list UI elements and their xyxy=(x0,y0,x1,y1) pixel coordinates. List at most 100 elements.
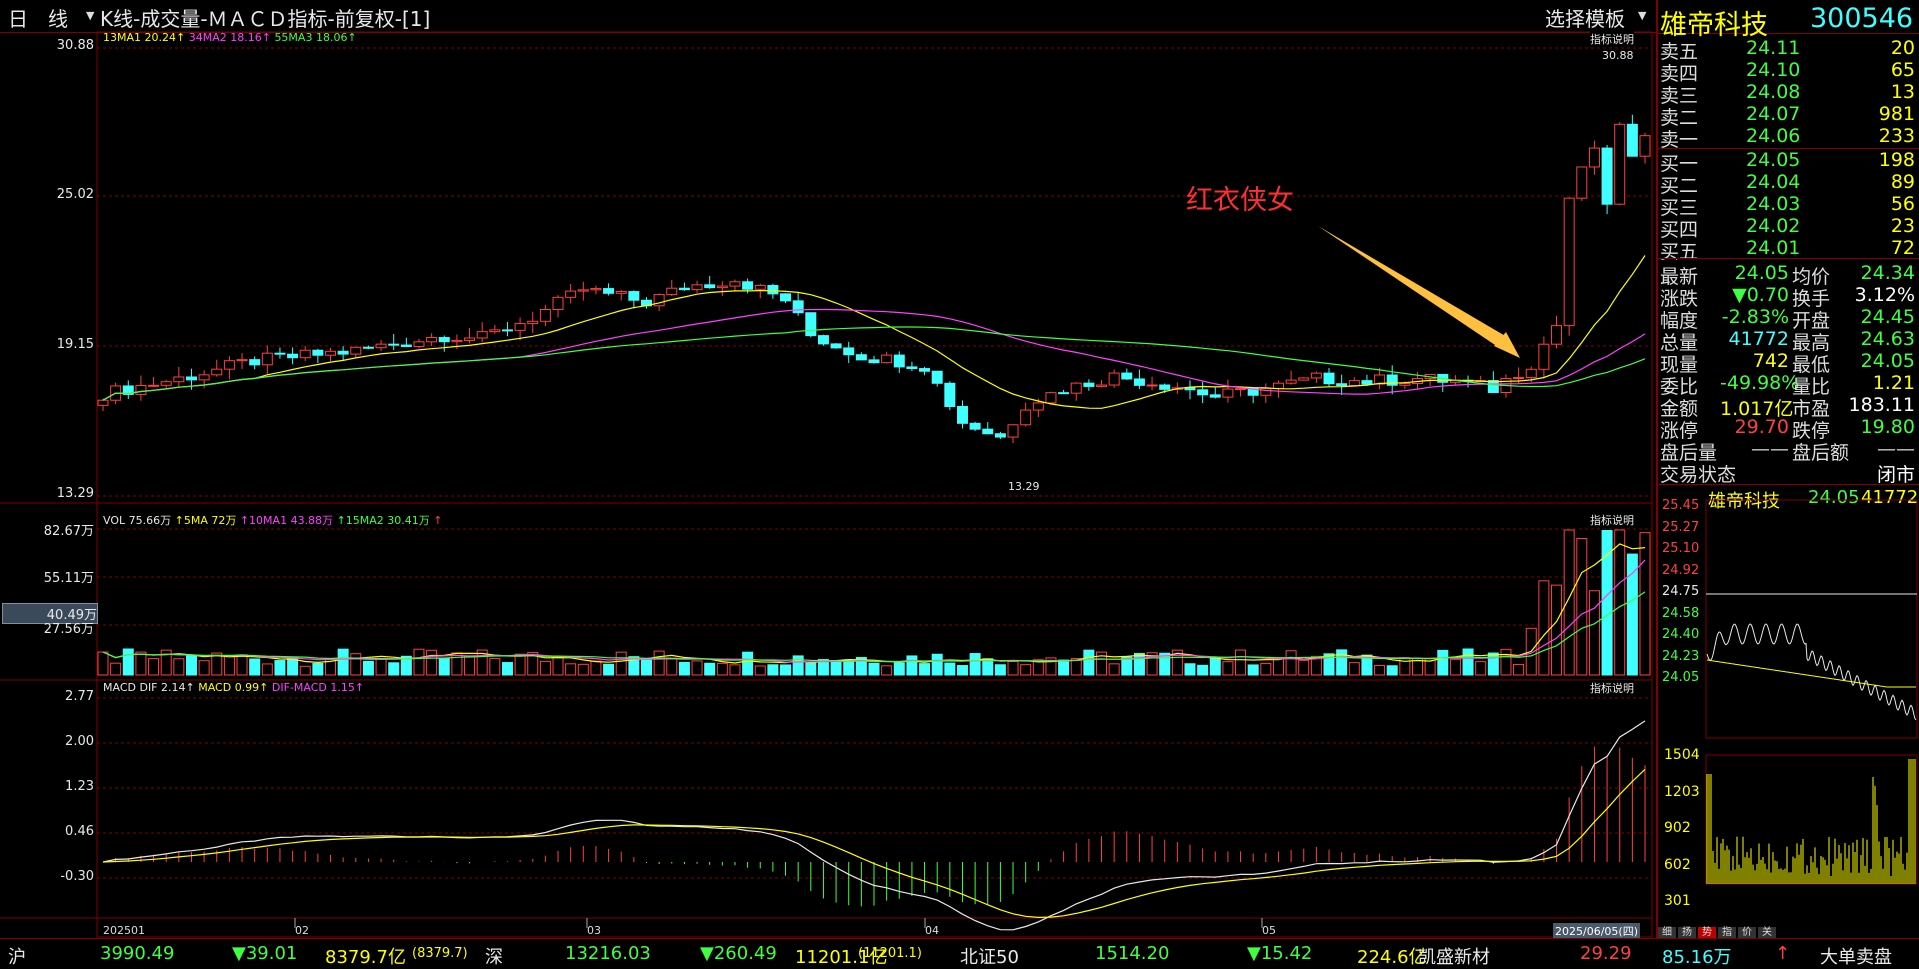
candle-body xyxy=(1020,409,1032,426)
volume-bar xyxy=(1197,664,1209,676)
template-select-button[interactable]: 选择模板 xyxy=(1545,3,1625,32)
candle-body xyxy=(767,284,779,295)
panel-tab[interactable]: 细 xyxy=(1658,927,1676,938)
ma34-legend: 34MA2 18.16↑ xyxy=(188,31,271,44)
kline-indicator-help[interactable]: 指标说明 xyxy=(1590,31,1634,47)
candle-body xyxy=(1626,123,1638,157)
candle-body xyxy=(1070,382,1082,394)
volume-bar xyxy=(1513,663,1525,676)
volume-bar xyxy=(868,662,880,676)
candle-body xyxy=(615,291,627,294)
volume-bar xyxy=(716,662,728,676)
panel-tab[interactable]: 关 xyxy=(1758,927,1776,938)
macd-indicator-help[interactable]: 指标说明 xyxy=(1590,680,1634,696)
volume-bar xyxy=(640,658,652,676)
volume-bar xyxy=(678,661,690,676)
panel-tab[interactable]: 指 xyxy=(1718,927,1736,938)
vol-ma10-legend: ↑10MA1 43.88万 xyxy=(239,514,334,527)
price-ylabel: 19.15 xyxy=(56,337,94,352)
high-price-note: 30.88 xyxy=(1602,49,1634,62)
volume-bar xyxy=(1235,649,1247,676)
chevron-down-icon[interactable]: ▼ xyxy=(1638,9,1646,22)
chart-canvas xyxy=(0,31,1653,938)
period-selector[interactable]: 日 线 xyxy=(8,3,68,32)
volume-bar xyxy=(1399,657,1411,676)
candle-body xyxy=(780,293,792,302)
volume-bar xyxy=(426,649,438,676)
volume-bar xyxy=(1020,664,1032,676)
chevron-down-icon[interactable]: ▼ xyxy=(86,9,94,22)
volume-bar xyxy=(1260,662,1272,676)
xaxis-label: 202501 xyxy=(103,924,145,937)
volume-bar xyxy=(1475,661,1487,676)
volume-bar xyxy=(1588,590,1600,676)
price-ylabel: 25.02 xyxy=(56,187,94,202)
candle-body xyxy=(906,366,918,370)
volume-bar xyxy=(350,653,362,676)
volume-bar xyxy=(388,662,400,676)
volume-bar xyxy=(792,655,804,676)
panel-tab[interactable]: 扬 xyxy=(1678,927,1696,938)
candle-body xyxy=(97,399,109,406)
candle-body xyxy=(691,284,703,291)
volume-ylabel: 82.67万 xyxy=(43,524,94,539)
panel-tab[interactable]: 价 xyxy=(1738,927,1756,938)
candle-body xyxy=(628,291,640,301)
candle-body xyxy=(274,352,286,355)
vol-ma15-legend: ↑15MA2 30.41万 xyxy=(336,514,430,527)
candle-body xyxy=(716,285,728,289)
candle-body xyxy=(325,350,337,356)
chart-header: 日 线 ▼ K线-成交量-ＭＡＣＤ指标-前复权-[1] 选择模板 ▼ xyxy=(0,0,1656,33)
status-item[interactable]: 深 xyxy=(485,943,503,969)
volume-indicator-help[interactable]: 指标说明 xyxy=(1590,512,1634,528)
volume-bar xyxy=(767,664,779,676)
candle-body xyxy=(514,323,526,331)
volume-bar xyxy=(994,664,1006,676)
panel-tab[interactable]: 势 xyxy=(1698,927,1716,938)
volume-bar xyxy=(1563,529,1575,676)
candle-body xyxy=(1525,368,1537,379)
candle-body xyxy=(1260,387,1272,396)
candle-body xyxy=(185,376,197,381)
volume-bar xyxy=(1449,658,1461,676)
candle-body xyxy=(135,384,147,395)
candle-body xyxy=(1007,424,1019,438)
ma55-legend: 55MA3 18.06↑ xyxy=(274,31,357,44)
volume-bar xyxy=(691,660,703,676)
candle-body xyxy=(603,288,615,294)
volume-bar xyxy=(666,657,678,676)
volume-bar xyxy=(704,662,716,676)
candle-body xyxy=(1588,147,1600,168)
xaxis-label: 05 xyxy=(1262,924,1276,937)
candle-body xyxy=(1601,147,1613,205)
status-item: ▼39.01 xyxy=(232,943,298,964)
candle-body xyxy=(451,339,463,343)
candle-body xyxy=(1323,372,1335,385)
candle-body xyxy=(855,354,867,361)
candle-body xyxy=(236,359,248,362)
status-item[interactable]: 沪 xyxy=(8,943,26,969)
candle-body xyxy=(1146,384,1158,387)
volume-bar xyxy=(464,655,476,676)
volume-bar xyxy=(944,662,956,676)
volume-bar xyxy=(1437,649,1449,676)
candle-body xyxy=(1639,135,1651,157)
volume-bar xyxy=(261,663,273,676)
status-item: ▼260.49 xyxy=(700,943,777,964)
volume-bar xyxy=(375,658,387,676)
dea-legend: MACD 0.99↑ xyxy=(198,681,269,694)
candle-body xyxy=(337,350,349,355)
volume-bar xyxy=(185,654,197,676)
price-ylabel: 13.29 xyxy=(56,486,94,501)
status-item[interactable]: 凯盛新材 xyxy=(1418,943,1490,969)
candle-body xyxy=(956,406,968,424)
volume-bar xyxy=(1538,580,1550,676)
volume-bar xyxy=(805,661,817,676)
status-item: 29.29 xyxy=(1580,943,1632,964)
mini-price-line xyxy=(1706,623,1917,721)
chart-annotation: 红衣侠女 xyxy=(1186,185,1294,216)
status-item[interactable]: 北证50 xyxy=(960,943,1019,969)
candle-body xyxy=(919,368,931,372)
chart-title: K线-成交量-ＭＡＣＤ指标-前复权-[1] xyxy=(100,7,431,31)
volume-bar xyxy=(653,650,665,676)
